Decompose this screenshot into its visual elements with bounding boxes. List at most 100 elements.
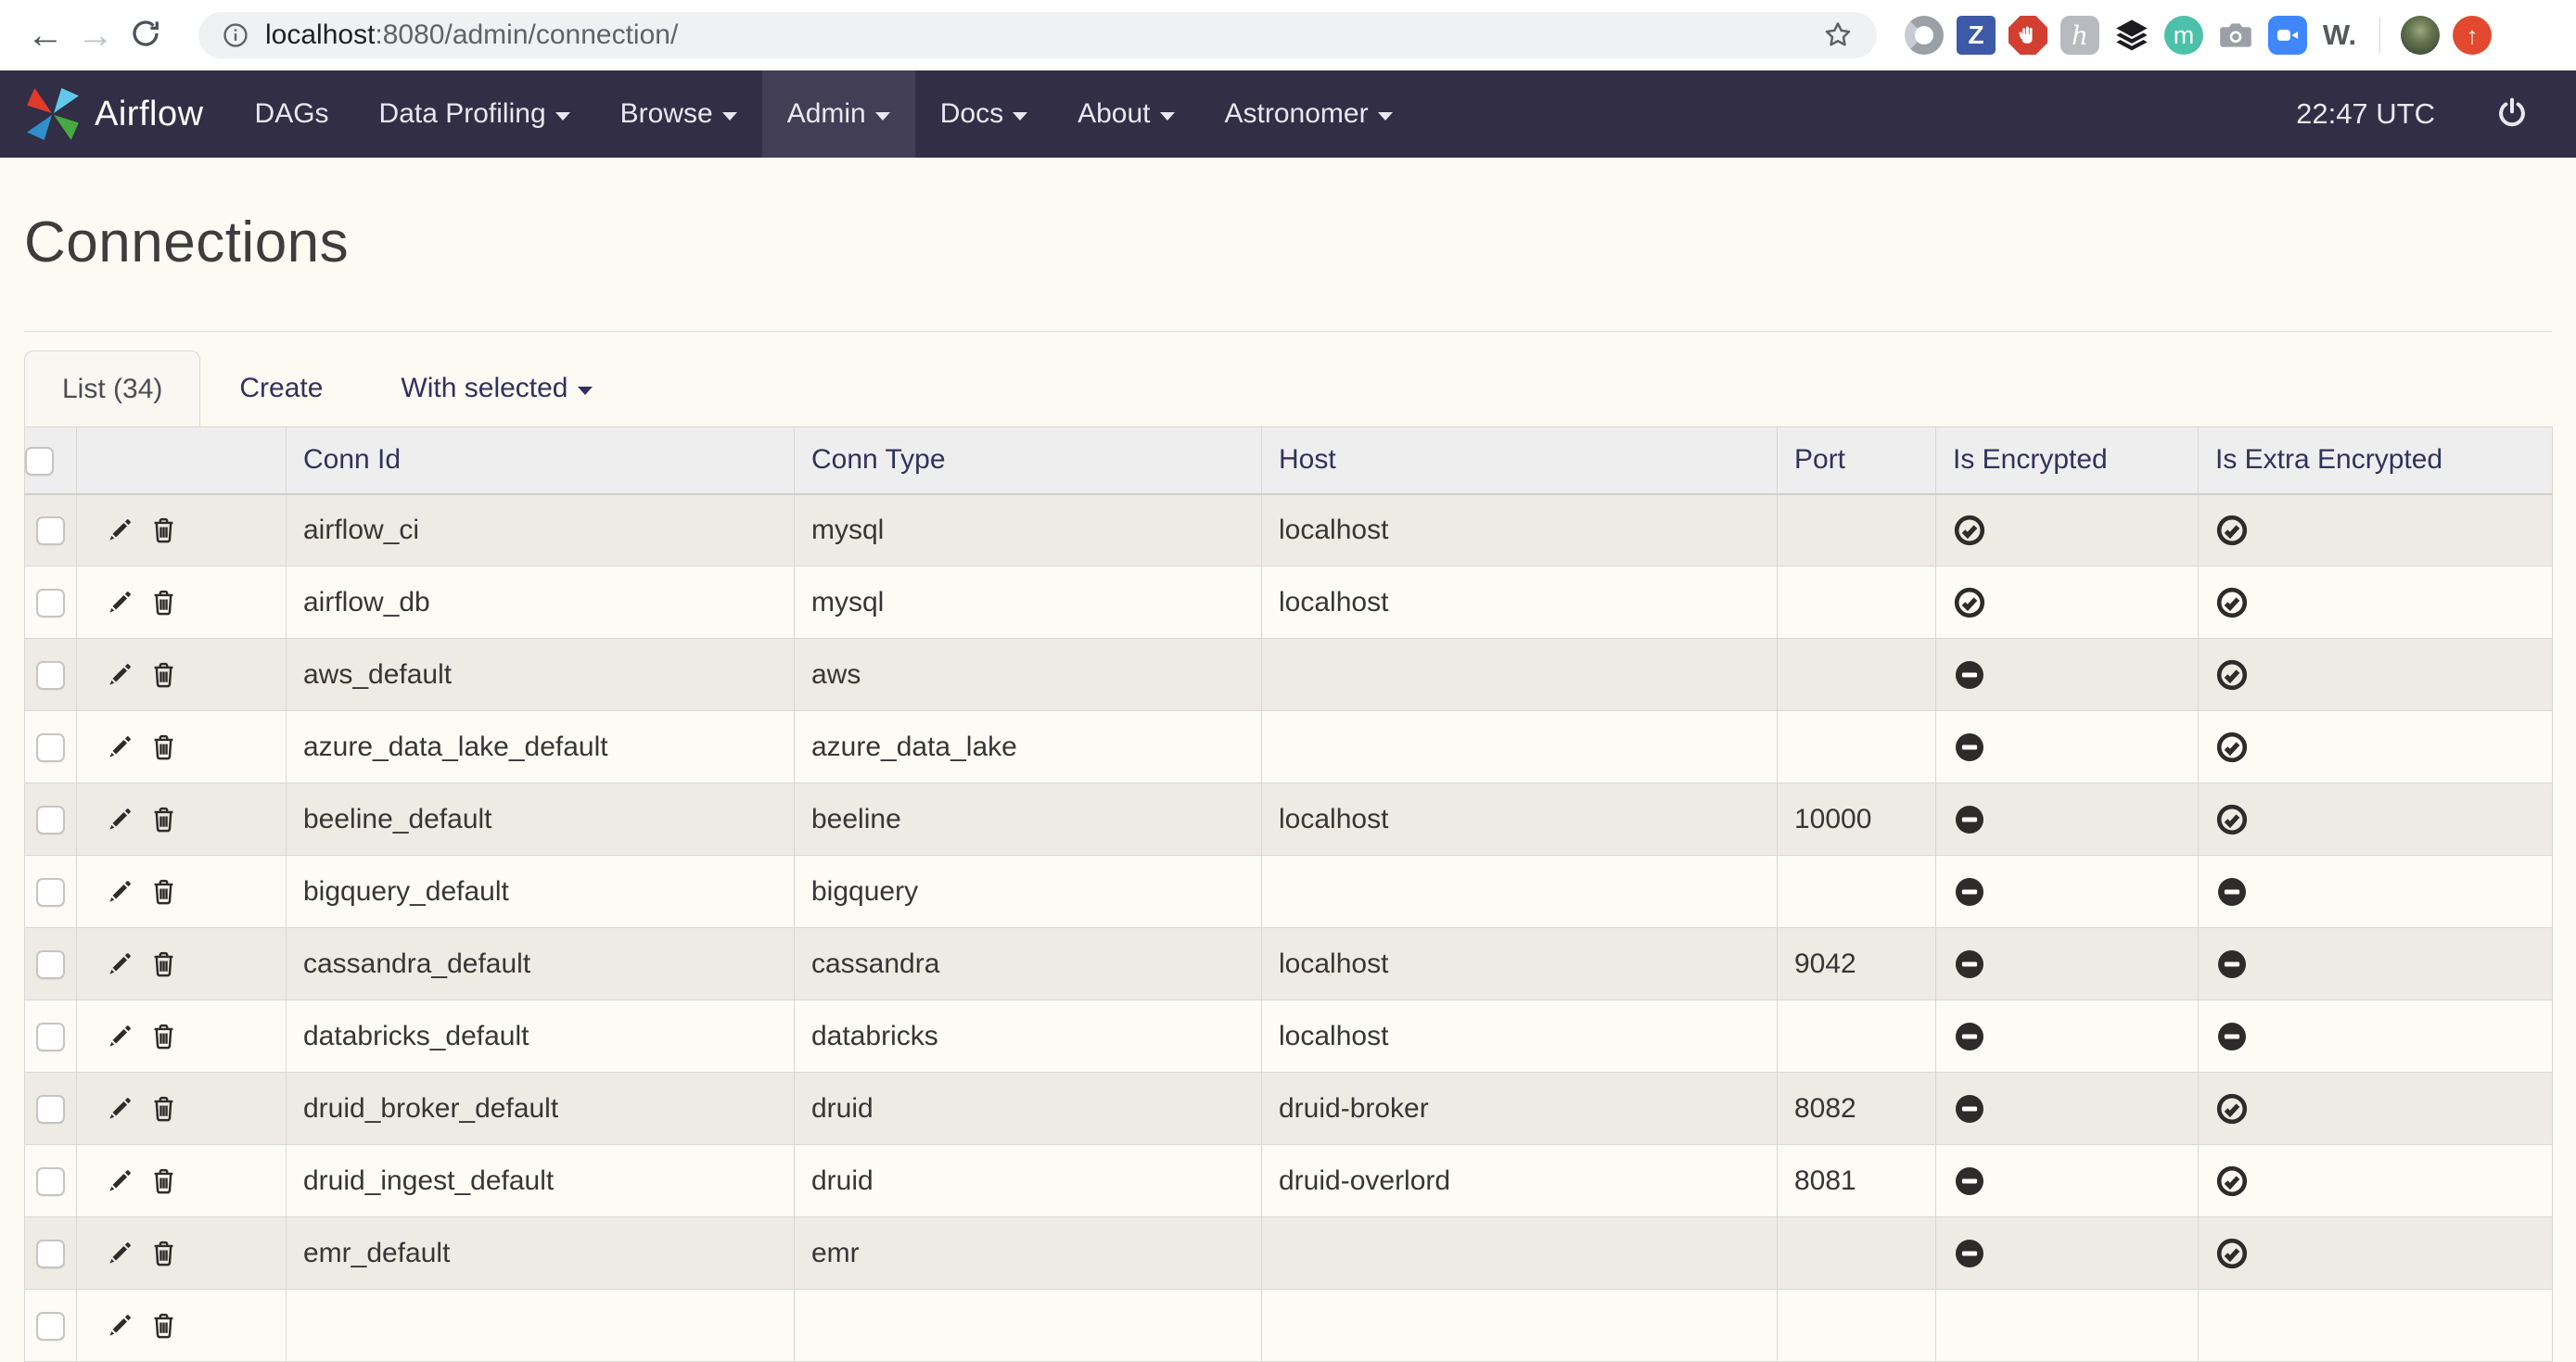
port-cell [1778,1000,1936,1073]
nav-item-about[interactable]: About [1052,70,1199,158]
reload-icon[interactable] [121,17,171,55]
circle-extension-icon[interactable] [1905,16,1944,55]
chevron-down-icon [875,112,890,121]
camera-extension-icon[interactable] [2216,16,2255,55]
row-checkbox[interactable] [36,733,65,762]
edit-icon[interactable] [105,732,135,762]
power-icon[interactable] [2493,95,2531,134]
check-circle-icon [2215,586,2249,619]
is-encrypted-cell [1936,1000,2199,1073]
nav-item-dags[interactable]: DAGs [230,70,354,158]
row-checkbox[interactable] [36,950,65,979]
delete-icon[interactable] [148,732,179,762]
url-bar[interactable]: localhost:8080/admin/connection/ [198,12,1877,58]
chevron-down-icon [578,387,593,395]
actions-cell [77,1000,287,1073]
nav-item-data-profiling[interactable]: Data Profiling [354,70,595,158]
is-extra-encrypted-cell [2199,494,2553,566]
edit-icon[interactable] [105,1310,135,1341]
edit-icon[interactable] [105,587,135,617]
row-checkbox[interactable] [36,1095,65,1124]
check-circle-icon [2215,1237,2249,1270]
stop-hand-extension-icon[interactable] [2009,16,2047,55]
row-checkbox[interactable] [36,661,65,690]
conn-id-header[interactable]: Conn Id [287,427,795,494]
is-encrypted-cell [1936,928,2199,1000]
bookmark-star-icon[interactable] [1821,19,1855,52]
w-extension-icon[interactable]: W. [2320,16,2359,55]
host-header[interactable]: Host [1262,427,1778,494]
conn-type-header[interactable]: Conn Type [795,427,1262,494]
delete-icon[interactable] [148,1165,179,1196]
edit-icon[interactable] [105,1093,135,1124]
edit-icon[interactable] [105,659,135,690]
tab-create[interactable]: Create [200,350,362,426]
edit-icon[interactable] [105,1238,135,1268]
delete-icon[interactable] [148,659,179,690]
edit-icon[interactable] [105,1165,135,1196]
forward-icon[interactable]: → [70,17,121,54]
edit-icon[interactable] [105,515,135,545]
delete-icon[interactable] [148,1021,179,1051]
conn-id-cell: druid_broker_default [287,1073,795,1145]
row-checkbox[interactable] [36,516,65,545]
nav-item-label: Docs [940,98,1003,130]
profile-avatar[interactable] [2401,16,2440,55]
z-extension-icon[interactable]: Z [1957,16,1996,55]
airflow-brand[interactable]: Airflow [0,70,230,158]
h-extension-icon[interactable]: h [2060,16,2099,55]
port-header[interactable]: Port [1778,427,1936,494]
actions-cell [77,494,287,566]
host-cell [1262,639,1778,711]
nav-item-browse[interactable]: Browse [595,70,762,158]
layers-extension-icon[interactable] [2112,16,2151,55]
tab-list[interactable]: List (34) [24,350,200,426]
video-extension-icon[interactable] [2268,16,2307,55]
delete-icon[interactable] [148,876,179,907]
delete-icon[interactable] [148,1238,179,1268]
port-cell [1778,494,1936,566]
nav-item-astronomer[interactable]: Astronomer [1200,70,1418,158]
row-checkbox[interactable] [36,1240,65,1268]
is-encrypted-cell [1936,1145,2199,1217]
actions-cell [77,928,287,1000]
checkbox-cell [25,494,77,566]
edit-icon[interactable] [105,948,135,979]
row-checkbox[interactable] [36,806,65,834]
edit-icon[interactable] [105,876,135,907]
nav-item-admin[interactable]: Admin [762,70,915,158]
checkbox-cell [25,566,77,639]
row-checkbox[interactable] [36,878,65,907]
checkbox-cell [25,1145,77,1217]
minus-circle-icon [2215,875,2249,909]
delete-icon[interactable] [148,1093,179,1124]
row-checkbox[interactable] [36,589,65,617]
info-icon[interactable] [221,20,250,50]
port-cell [1778,639,1936,711]
m-extension-icon[interactable]: m [2164,16,2203,55]
is-encrypted-header[interactable]: Is Encrypted [1936,427,2199,494]
check-circle-icon [2215,514,2249,547]
nav-item-docs[interactable]: Docs [915,70,1052,158]
delete-icon[interactable] [148,948,179,979]
conn-id-cell: databricks_default [287,1000,795,1073]
row-checkbox[interactable] [36,1023,65,1051]
port-cell [1778,1290,1936,1362]
edit-icon[interactable] [105,1021,135,1051]
edit-icon[interactable] [105,804,135,834]
is-extra-encrypted-header[interactable]: Is Extra Encrypted [2199,427,2553,494]
page-content: Connections List (34) Create With select… [0,210,2576,1362]
browser-toolbar: ← → localhost:8080/admin/connection/ Z [0,0,2576,70]
delete-icon[interactable] [148,515,179,545]
delete-icon[interactable] [148,804,179,834]
conn-id-cell [287,1290,795,1362]
back-icon[interactable]: ← [20,17,70,54]
row-checkbox[interactable] [36,1167,65,1196]
up-arrow-extension-icon[interactable]: ↑ [2453,16,2492,55]
delete-icon[interactable] [148,587,179,617]
select-all-checkbox[interactable] [25,447,54,476]
conn-type-cell: mysql [795,566,1262,639]
row-checkbox[interactable] [36,1312,65,1341]
tab-with-selected[interactable]: With selected [362,350,631,426]
delete-icon[interactable] [148,1310,179,1341]
